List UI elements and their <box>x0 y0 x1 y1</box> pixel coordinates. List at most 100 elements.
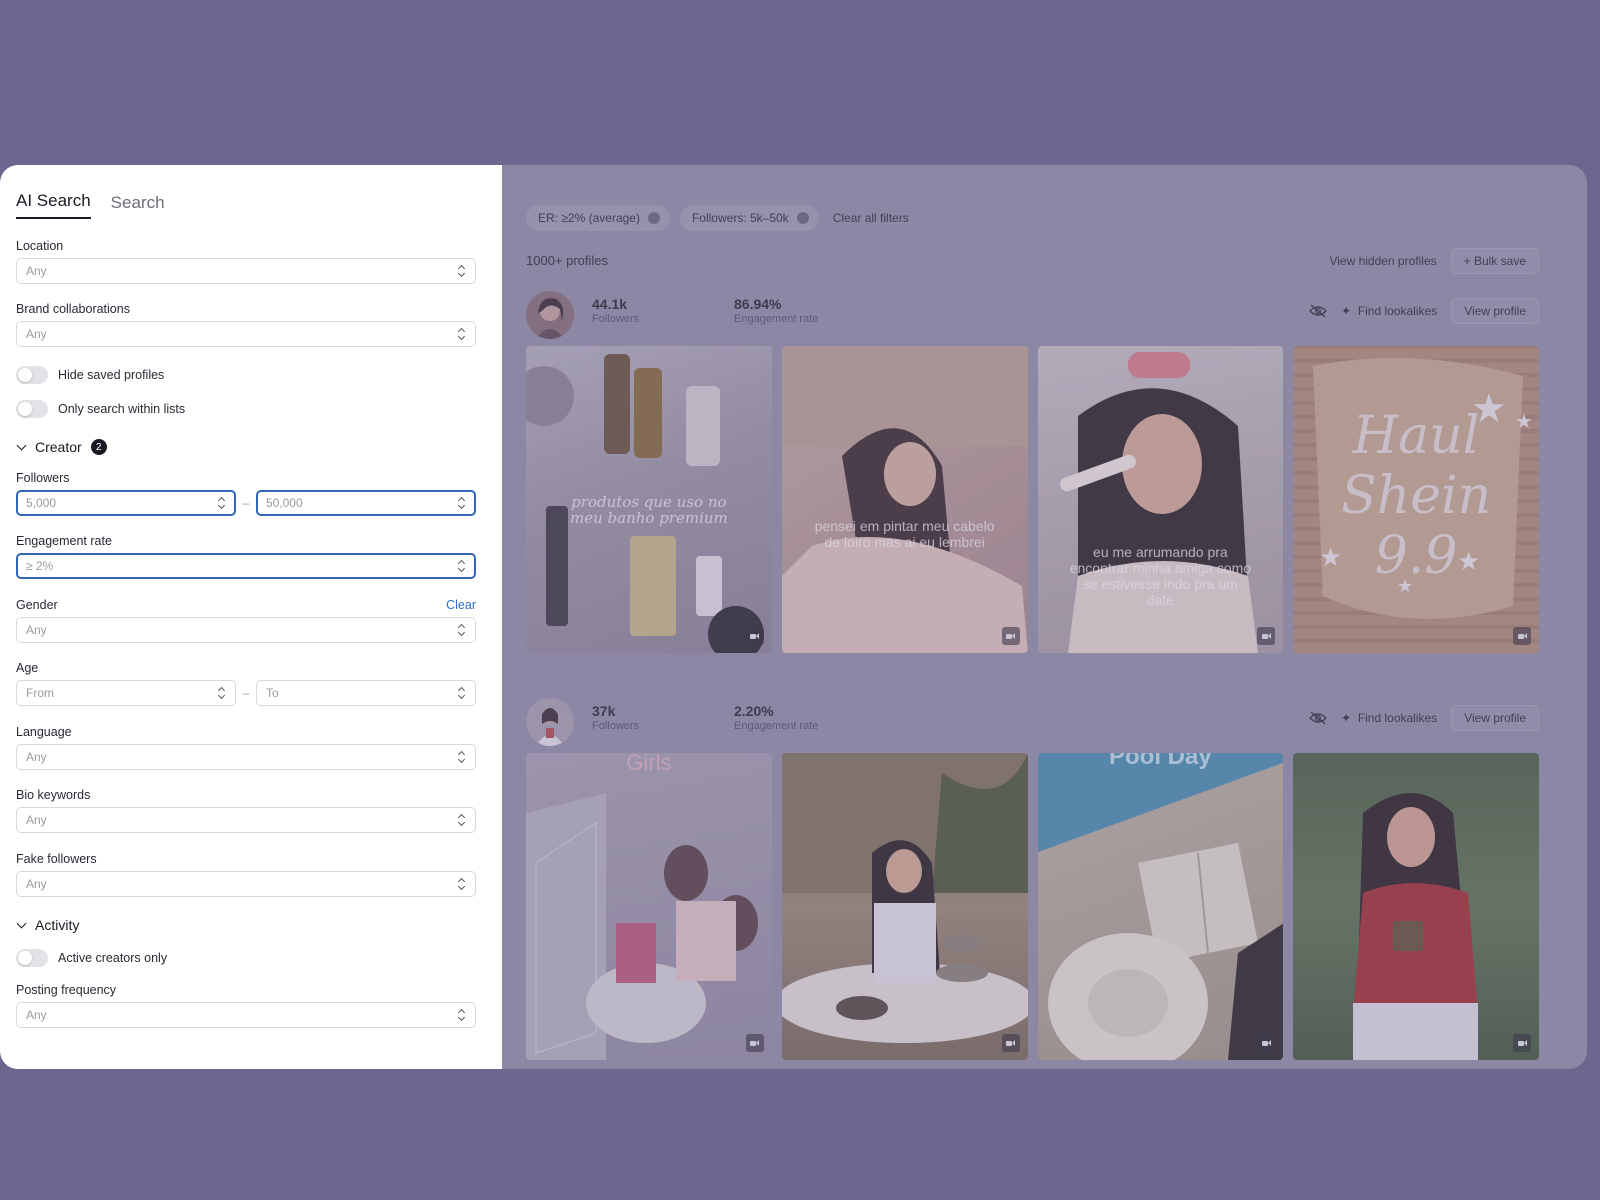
followers-label: Followers <box>16 471 70 485</box>
select-arrows-icon <box>458 265 466 277</box>
gender-select[interactable]: Any <box>16 617 476 643</box>
bio-select[interactable]: Any <box>16 807 476 833</box>
select-arrows-icon <box>218 497 226 509</box>
posting-frequency-select[interactable]: Any <box>16 1002 476 1028</box>
fake-followers-select[interactable]: Any <box>16 871 476 897</box>
followers-max-input[interactable]: 50,000 <box>255 490 476 516</box>
select-arrows-icon <box>458 328 466 340</box>
find-lookalikes-button[interactable]: ✦ Find lookalikes <box>1341 304 1437 318</box>
gender-filter: Gender Clear Any <box>16 598 476 643</box>
post-thumbnail[interactable]: Pool Day <box>1037 753 1284 1060</box>
post-thumbnail[interactable]: produtos que uso no meu banho premium <box>526 346 772 653</box>
bio-filter: Bio keywords Any <box>16 788 476 833</box>
video-icon <box>1001 1034 1020 1052</box>
filter-sidebar: AI Search Search Location Any Brand coll… <box>0 165 502 1069</box>
followers-label: Followers <box>592 313 640 325</box>
active-only-toggle[interactable] <box>16 949 48 967</box>
remove-chip-icon[interactable] <box>647 212 660 224</box>
remove-chip-icon[interactable] <box>796 212 809 224</box>
clear-all-filters-button[interactable]: Clear all filters <box>833 211 909 225</box>
only-lists-label: Only search within lists <box>58 402 186 416</box>
active-filter-chips: ER: ≥2% (average) Followers: 5k–50k Clea… <box>526 205 909 231</box>
filter-chip-followers[interactable]: Followers: 5k–50k <box>679 205 819 231</box>
find-lookalikes-label: Find lookalikes <box>1357 711 1438 725</box>
tab-search[interactable]: Search <box>111 193 165 219</box>
followers-label: Followers <box>592 720 640 732</box>
filter-chip-label: Followers: 5k–50k <box>691 211 789 225</box>
chevron-down-icon <box>16 440 27 450</box>
filter-chip-er[interactable]: ER: ≥2% (average) <box>526 205 670 231</box>
find-lookalikes-label: Find lookalikes <box>1357 304 1438 318</box>
avatar[interactable] <box>526 291 574 339</box>
hide-saved-row: Hide saved profiles <box>16 366 476 384</box>
engagement-value: 86.94% <box>734 296 782 312</box>
post-thumbnail[interactable]: pensei em pintar meu cabelo de loiro mas… <box>781 346 1028 653</box>
engagement-stat: 2.20% Engagement rate <box>734 703 818 732</box>
video-icon <box>1513 1034 1531 1052</box>
followers-min-input[interactable]: 5,000 <box>16 490 237 516</box>
bulk-save-button[interactable]: + Bulk save <box>1450 248 1539 274</box>
brand-filter: Brand collaborations Any <box>16 302 476 347</box>
select-arrows-icon <box>458 560 466 572</box>
results-count: 1000+ profiles <box>526 253 609 268</box>
creator-section-toggle[interactable]: Creator 2 <box>16 439 476 455</box>
view-hidden-profiles-button[interactable]: View hidden profiles <box>1329 254 1436 268</box>
post-thumbnail[interactable]: Girls <box>526 753 772 1060</box>
activity-section-title: Activity <box>35 917 80 933</box>
age-label: Age <box>16 661 39 675</box>
language-label: Language <box>16 725 72 739</box>
language-filter: Language Any <box>16 725 476 770</box>
gender-clear-link[interactable]: Clear <box>446 598 476 612</box>
activity-section-toggle[interactable]: Activity <box>16 917 476 933</box>
followers-value: 37k <box>592 703 616 719</box>
post-thumbnail[interactable] <box>781 753 1028 1060</box>
sparkle-icon: ✦ <box>1341 304 1352 318</box>
engagement-stat: 86.94% Engagement rate <box>734 296 818 325</box>
engagement-value: ≥ 2% <box>26 559 54 573</box>
view-profile-button[interactable]: View profile <box>1451 298 1539 324</box>
video-icon <box>1257 627 1276 645</box>
location-filter: Location Any <box>16 239 476 284</box>
gender-value: Any <box>26 623 47 637</box>
range-separator: – <box>242 496 250 510</box>
followers-value: 44.1k <box>592 296 628 312</box>
posting-frequency-value: Any <box>26 1008 47 1022</box>
engagement-select[interactable]: ≥ 2% <box>16 553 476 579</box>
video-icon <box>1513 627 1531 645</box>
post-thumbnail[interactable] <box>1293 753 1539 1060</box>
post-thumbnail[interactable]: eu me arrumando pra encontrar minha amig… <box>1037 346 1284 653</box>
select-arrows-icon <box>218 687 226 699</box>
sparkle-icon: ✦ <box>1341 711 1352 725</box>
gender-label: Gender <box>16 598 58 612</box>
followers-stat: 37k Followers <box>592 703 639 732</box>
creator-filter-count-badge: 2 <box>90 439 107 455</box>
brand-select[interactable]: Any <box>16 321 476 347</box>
post-thumbnail[interactable]: ★ ★ ★ ★ ★ Haul Shein 9.9 <box>1293 346 1539 653</box>
avatar[interactable] <box>526 698 574 746</box>
results-panel: ER: ≥2% (average) Followers: 5k–50k Clea… <box>502 165 1587 1069</box>
location-select[interactable]: Any <box>16 258 476 284</box>
posting-frequency-filter: Posting frequency Any <box>16 983 476 1028</box>
find-lookalikes-button[interactable]: ✦ Find lookalikes <box>1341 711 1437 725</box>
location-value: Any <box>26 264 47 278</box>
video-icon <box>745 627 764 645</box>
tab-ai-search[interactable]: AI Search <box>16 191 91 219</box>
age-to-select[interactable]: To <box>255 680 476 706</box>
select-arrows-icon <box>458 1009 466 1021</box>
filter-chip-label: ER: ≥2% (average) <box>538 211 640 225</box>
hide-profile-icon[interactable] <box>1309 711 1327 725</box>
only-lists-row: Only search within lists <box>16 400 476 418</box>
select-arrows-icon <box>458 751 466 763</box>
hide-profile-icon[interactable] <box>1309 304 1327 318</box>
post-caption: Pool Day <box>1109 753 1212 770</box>
view-profile-button[interactable]: View profile <box>1451 705 1539 731</box>
age-from-value: From <box>26 686 54 700</box>
location-label: Location <box>16 239 64 253</box>
only-lists-toggle[interactable] <box>16 400 48 418</box>
age-from-select[interactable]: From <box>16 680 237 706</box>
followers-max-value: 50,000 <box>265 496 303 510</box>
select-arrows-icon <box>458 624 466 636</box>
age-filter: Age From – To <box>16 661 476 706</box>
hide-saved-toggle[interactable] <box>16 366 48 384</box>
language-select[interactable]: Any <box>16 744 476 770</box>
